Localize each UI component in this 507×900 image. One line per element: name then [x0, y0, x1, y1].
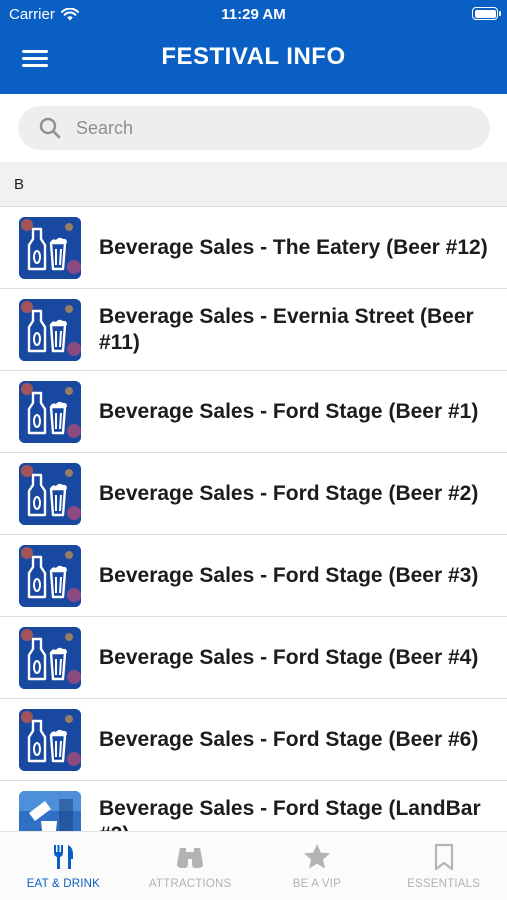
- list-item[interactable]: Beverage Sales - Ford Stage (Beer #4): [0, 617, 507, 699]
- star-icon: [303, 844, 330, 869]
- list-item[interactable]: Beverage Sales - Ford Stage (LandBar #2): [0, 781, 507, 831]
- search-bar[interactable]: [18, 106, 490, 150]
- list-item-label: Beverage Sales - Ford Stage (LandBar #2): [99, 796, 481, 832]
- list-item[interactable]: Beverage Sales - Ford Stage (Beer #1): [0, 371, 507, 453]
- tab-be-a-vip[interactable]: BE A VIP: [254, 832, 381, 900]
- tab-label: ATTRACTIONS: [148, 878, 232, 890]
- list-item-label: Beverage Sales - Ford Stage (Beer #6): [99, 727, 479, 751]
- list-item[interactable]: Beverage Sales - Evernia Street (Beer #1…: [0, 289, 507, 371]
- status-bar: Carrier 11:29 AM: [0, 0, 507, 28]
- tab-attractions[interactable]: ATTRACTIONS: [127, 832, 254, 900]
- tab-essentials[interactable]: ESSENTIALS: [380, 832, 507, 900]
- list-item-label: Beverage Sales - The Eatery (Beer #12): [99, 235, 488, 259]
- search-icon: [39, 117, 61, 139]
- beer-bottle-glass-icon: [19, 463, 81, 525]
- fork-knife-icon: [54, 845, 74, 869]
- bookmark-icon: [434, 843, 453, 871]
- search-container: [0, 94, 507, 162]
- list-item[interactable]: Beverage Sales - Ford Stage (Beer #2): [0, 453, 507, 535]
- beer-bottle-glass-icon: [19, 627, 81, 689]
- cocktail-shaker-icon: [19, 791, 81, 831]
- beer-bottle-glass-icon: [19, 381, 81, 443]
- list-item-label: Beverage Sales - Evernia Street (Beer #1…: [99, 304, 474, 354]
- battery-icon: [472, 7, 501, 20]
- section-header: B: [0, 162, 507, 207]
- binoculars-icon: [177, 848, 204, 868]
- list-item[interactable]: Beverage Sales - The Eatery (Beer #12): [0, 207, 507, 289]
- list-item[interactable]: Beverage Sales - Ford Stage (Beer #6): [0, 699, 507, 781]
- tab-label: EAT & DRINK: [26, 878, 101, 890]
- list-item-label: Beverage Sales - Ford Stage (Beer #3): [99, 563, 479, 587]
- tab-bar: EAT & DRINK ATTRACTIONS BE A VIP ESSENTI…: [0, 831, 507, 900]
- list-item-label: Beverage Sales - Ford Stage (Beer #4): [99, 645, 479, 669]
- tab-label: ESSENTIALS: [407, 878, 481, 890]
- list-item-label: Beverage Sales - Ford Stage (Beer #1): [99, 399, 479, 423]
- clock: 11:29 AM: [221, 6, 286, 23]
- page-title: FESTIVAL INFO: [161, 43, 346, 70]
- vendor-list: Beverage Sales - The Eatery (Beer #12) B…: [0, 207, 507, 831]
- beer-bottle-glass-icon: [19, 545, 81, 607]
- app-header: Carrier 11:29 AM FESTIVAL INFO: [0, 0, 507, 94]
- tab-eat-drink[interactable]: EAT & DRINK: [0, 832, 127, 900]
- tab-label: BE A VIP: [292, 878, 342, 890]
- list-item[interactable]: Beverage Sales - Ford Stage (Beer #3): [0, 535, 507, 617]
- beer-bottle-glass-icon: [19, 299, 81, 361]
- list-item-label: Beverage Sales - Ford Stage (Beer #2): [99, 481, 479, 505]
- beer-bottle-glass-icon: [19, 217, 81, 279]
- search-input[interactable]: [76, 117, 436, 139]
- section-letter: B: [14, 176, 25, 193]
- beer-bottle-glass-icon: [19, 709, 81, 771]
